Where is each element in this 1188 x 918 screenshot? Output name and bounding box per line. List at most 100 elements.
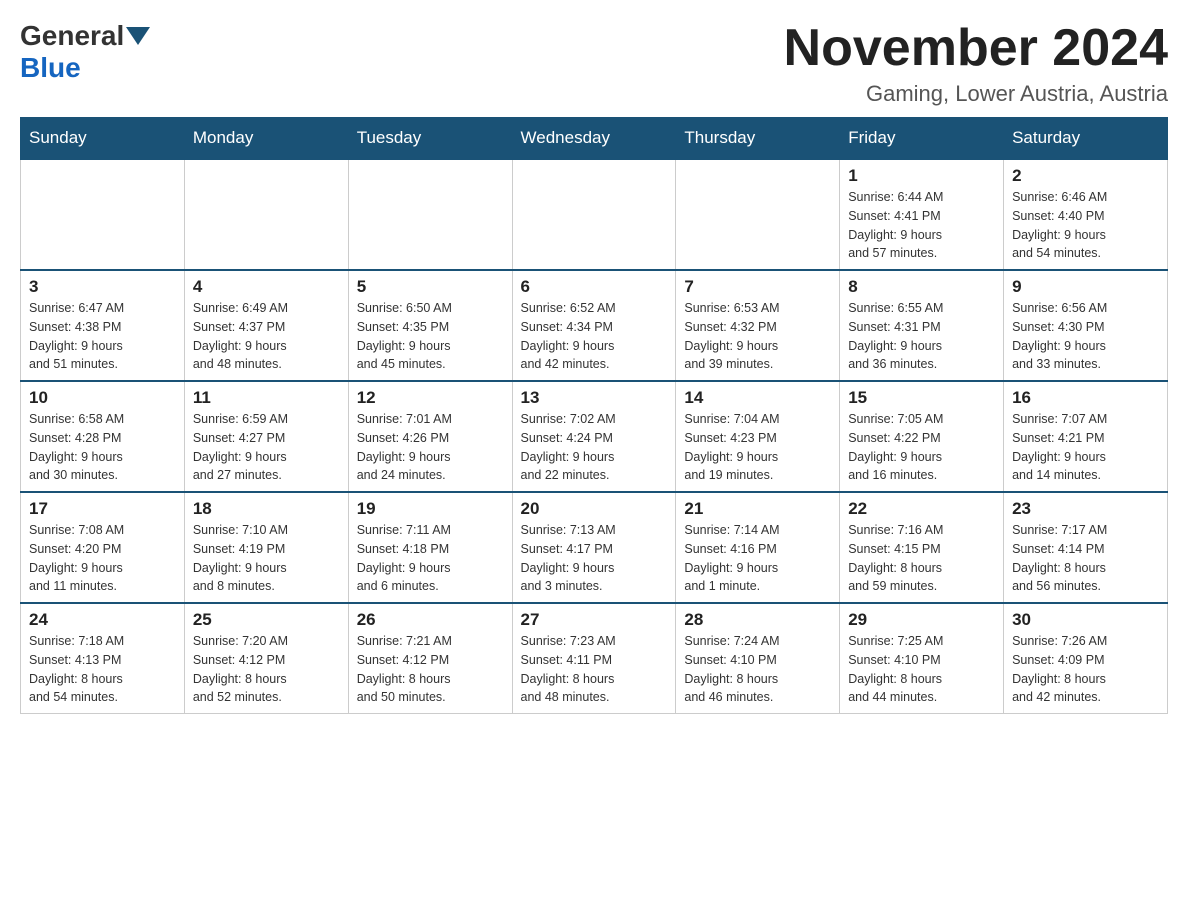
table-row: 14Sunrise: 7:04 AM Sunset: 4:23 PM Dayli… <box>676 381 840 492</box>
day-number: 21 <box>684 499 831 519</box>
day-info: Sunrise: 7:10 AM Sunset: 4:19 PM Dayligh… <box>193 521 340 596</box>
day-number: 19 <box>357 499 504 519</box>
day-info: Sunrise: 6:52 AM Sunset: 4:34 PM Dayligh… <box>521 299 668 374</box>
day-info: Sunrise: 6:46 AM Sunset: 4:40 PM Dayligh… <box>1012 188 1159 263</box>
day-number: 29 <box>848 610 995 630</box>
col-wednesday: Wednesday <box>512 118 676 160</box>
table-row: 28Sunrise: 7:24 AM Sunset: 4:10 PM Dayli… <box>676 603 840 714</box>
table-row: 16Sunrise: 7:07 AM Sunset: 4:21 PM Dayli… <box>1004 381 1168 492</box>
day-info: Sunrise: 6:55 AM Sunset: 4:31 PM Dayligh… <box>848 299 995 374</box>
table-row <box>348 159 512 270</box>
table-row: 17Sunrise: 7:08 AM Sunset: 4:20 PM Dayli… <box>21 492 185 603</box>
location-title: Gaming, Lower Austria, Austria <box>784 81 1168 107</box>
table-row <box>512 159 676 270</box>
table-row: 22Sunrise: 7:16 AM Sunset: 4:15 PM Dayli… <box>840 492 1004 603</box>
table-row: 5Sunrise: 6:50 AM Sunset: 4:35 PM Daylig… <box>348 270 512 381</box>
table-row: 10Sunrise: 6:58 AM Sunset: 4:28 PM Dayli… <box>21 381 185 492</box>
day-number: 25 <box>193 610 340 630</box>
day-info: Sunrise: 6:56 AM Sunset: 4:30 PM Dayligh… <box>1012 299 1159 374</box>
col-sunday: Sunday <box>21 118 185 160</box>
day-info: Sunrise: 6:50 AM Sunset: 4:35 PM Dayligh… <box>357 299 504 374</box>
month-title: November 2024 <box>784 20 1168 77</box>
day-number: 13 <box>521 388 668 408</box>
day-number: 15 <box>848 388 995 408</box>
day-number: 10 <box>29 388 176 408</box>
day-number: 26 <box>357 610 504 630</box>
day-info: Sunrise: 6:44 AM Sunset: 4:41 PM Dayligh… <box>848 188 995 263</box>
day-info: Sunrise: 6:53 AM Sunset: 4:32 PM Dayligh… <box>684 299 831 374</box>
day-number: 5 <box>357 277 504 297</box>
day-number: 12 <box>357 388 504 408</box>
day-number: 16 <box>1012 388 1159 408</box>
day-info: Sunrise: 7:14 AM Sunset: 4:16 PM Dayligh… <box>684 521 831 596</box>
day-number: 14 <box>684 388 831 408</box>
col-monday: Monday <box>184 118 348 160</box>
table-row: 19Sunrise: 7:11 AM Sunset: 4:18 PM Dayli… <box>348 492 512 603</box>
table-row <box>21 159 185 270</box>
table-row: 30Sunrise: 7:26 AM Sunset: 4:09 PM Dayli… <box>1004 603 1168 714</box>
table-row: 11Sunrise: 6:59 AM Sunset: 4:27 PM Dayli… <box>184 381 348 492</box>
day-info: Sunrise: 7:20 AM Sunset: 4:12 PM Dayligh… <box>193 632 340 707</box>
day-info: Sunrise: 7:26 AM Sunset: 4:09 PM Dayligh… <box>1012 632 1159 707</box>
day-number: 22 <box>848 499 995 519</box>
table-row: 1Sunrise: 6:44 AM Sunset: 4:41 PM Daylig… <box>840 159 1004 270</box>
calendar-week-5: 24Sunrise: 7:18 AM Sunset: 4:13 PM Dayli… <box>21 603 1168 714</box>
logo-blue-text: Blue <box>20 52 81 83</box>
table-row: 7Sunrise: 6:53 AM Sunset: 4:32 PM Daylig… <box>676 270 840 381</box>
day-info: Sunrise: 7:02 AM Sunset: 4:24 PM Dayligh… <box>521 410 668 485</box>
col-tuesday: Tuesday <box>348 118 512 160</box>
day-number: 3 <box>29 277 176 297</box>
day-number: 20 <box>521 499 668 519</box>
day-number: 7 <box>684 277 831 297</box>
day-number: 4 <box>193 277 340 297</box>
table-row: 13Sunrise: 7:02 AM Sunset: 4:24 PM Dayli… <box>512 381 676 492</box>
table-row: 21Sunrise: 7:14 AM Sunset: 4:16 PM Dayli… <box>676 492 840 603</box>
table-row <box>676 159 840 270</box>
day-info: Sunrise: 7:13 AM Sunset: 4:17 PM Dayligh… <box>521 521 668 596</box>
title-block: November 2024 Gaming, Lower Austria, Aus… <box>784 20 1168 107</box>
day-number: 9 <box>1012 277 1159 297</box>
day-number: 30 <box>1012 610 1159 630</box>
day-number: 8 <box>848 277 995 297</box>
day-info: Sunrise: 7:08 AM Sunset: 4:20 PM Dayligh… <box>29 521 176 596</box>
day-info: Sunrise: 7:21 AM Sunset: 4:12 PM Dayligh… <box>357 632 504 707</box>
table-row: 6Sunrise: 6:52 AM Sunset: 4:34 PM Daylig… <box>512 270 676 381</box>
table-row: 8Sunrise: 6:55 AM Sunset: 4:31 PM Daylig… <box>840 270 1004 381</box>
day-info: Sunrise: 7:01 AM Sunset: 4:26 PM Dayligh… <box>357 410 504 485</box>
day-info: Sunrise: 7:05 AM Sunset: 4:22 PM Dayligh… <box>848 410 995 485</box>
calendar-week-2: 3Sunrise: 6:47 AM Sunset: 4:38 PM Daylig… <box>21 270 1168 381</box>
table-row <box>184 159 348 270</box>
table-row: 2Sunrise: 6:46 AM Sunset: 4:40 PM Daylig… <box>1004 159 1168 270</box>
day-number: 28 <box>684 610 831 630</box>
calendar-week-1: 1Sunrise: 6:44 AM Sunset: 4:41 PM Daylig… <box>21 159 1168 270</box>
day-info: Sunrise: 6:47 AM Sunset: 4:38 PM Dayligh… <box>29 299 176 374</box>
table-row: 3Sunrise: 6:47 AM Sunset: 4:38 PM Daylig… <box>21 270 185 381</box>
day-number: 23 <box>1012 499 1159 519</box>
table-row: 23Sunrise: 7:17 AM Sunset: 4:14 PM Dayli… <box>1004 492 1168 603</box>
day-number: 6 <box>521 277 668 297</box>
day-info: Sunrise: 6:49 AM Sunset: 4:37 PM Dayligh… <box>193 299 340 374</box>
table-row: 12Sunrise: 7:01 AM Sunset: 4:26 PM Dayli… <box>348 381 512 492</box>
day-number: 2 <box>1012 166 1159 186</box>
day-number: 24 <box>29 610 176 630</box>
logo: General Blue <box>20 20 152 84</box>
table-row: 29Sunrise: 7:25 AM Sunset: 4:10 PM Dayli… <box>840 603 1004 714</box>
day-number: 18 <box>193 499 340 519</box>
day-info: Sunrise: 7:07 AM Sunset: 4:21 PM Dayligh… <box>1012 410 1159 485</box>
table-row: 9Sunrise: 6:56 AM Sunset: 4:30 PM Daylig… <box>1004 270 1168 381</box>
day-number: 1 <box>848 166 995 186</box>
day-info: Sunrise: 7:24 AM Sunset: 4:10 PM Dayligh… <box>684 632 831 707</box>
table-row: 24Sunrise: 7:18 AM Sunset: 4:13 PM Dayli… <box>21 603 185 714</box>
logo-triangle-icon <box>126 27 150 45</box>
calendar-table: Sunday Monday Tuesday Wednesday Thursday… <box>20 117 1168 714</box>
page-header: General Blue November 2024 Gaming, Lower… <box>20 20 1168 107</box>
day-info: Sunrise: 7:25 AM Sunset: 4:10 PM Dayligh… <box>848 632 995 707</box>
calendar-header-row: Sunday Monday Tuesday Wednesday Thursday… <box>21 118 1168 160</box>
col-friday: Friday <box>840 118 1004 160</box>
table-row: 25Sunrise: 7:20 AM Sunset: 4:12 PM Dayli… <box>184 603 348 714</box>
day-info: Sunrise: 7:17 AM Sunset: 4:14 PM Dayligh… <box>1012 521 1159 596</box>
day-info: Sunrise: 7:04 AM Sunset: 4:23 PM Dayligh… <box>684 410 831 485</box>
col-thursday: Thursday <box>676 118 840 160</box>
table-row: 18Sunrise: 7:10 AM Sunset: 4:19 PM Dayli… <box>184 492 348 603</box>
day-number: 27 <box>521 610 668 630</box>
